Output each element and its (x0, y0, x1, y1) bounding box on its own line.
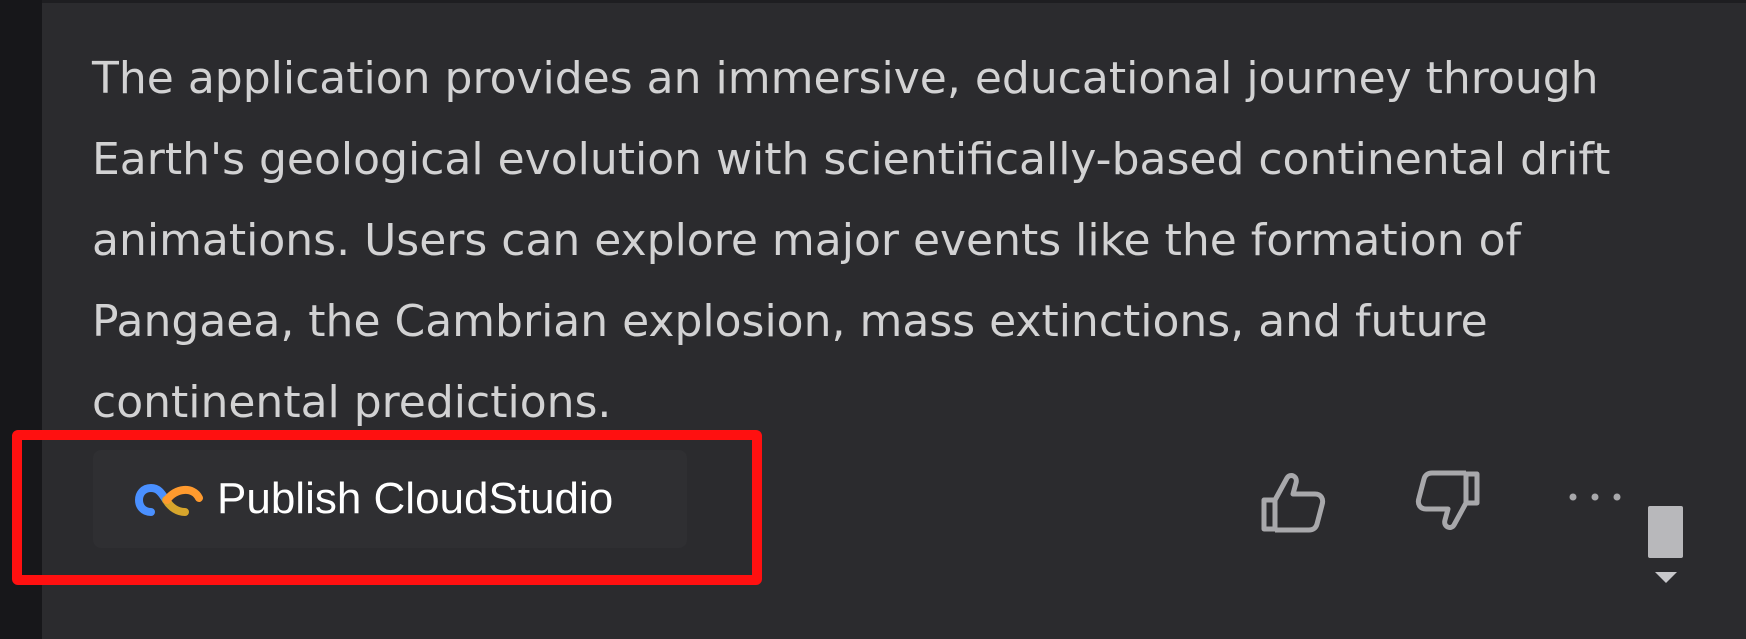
cloudstudio-logo-icon (135, 483, 203, 516)
thumbs-down-icon[interactable] (1413, 466, 1485, 538)
assistant-message-text: The application provides an immersive, e… (92, 53, 1611, 428)
scroll-down-arrow-icon[interactable] (1655, 572, 1677, 583)
more-options-icon[interactable] (1565, 482, 1625, 512)
publish-cloudstudio-label: Publish CloudStudio (217, 474, 614, 523)
scrollbar-thumb[interactable] (1648, 506, 1683, 558)
chat-response-panel: The application provides an immersive, e… (0, 0, 1746, 639)
thumbs-up-icon[interactable] (1256, 466, 1328, 538)
top-divider (42, 0, 1746, 3)
left-rail (0, 0, 42, 639)
publish-cloudstudio-button[interactable]: Publish CloudStudio (93, 450, 687, 548)
